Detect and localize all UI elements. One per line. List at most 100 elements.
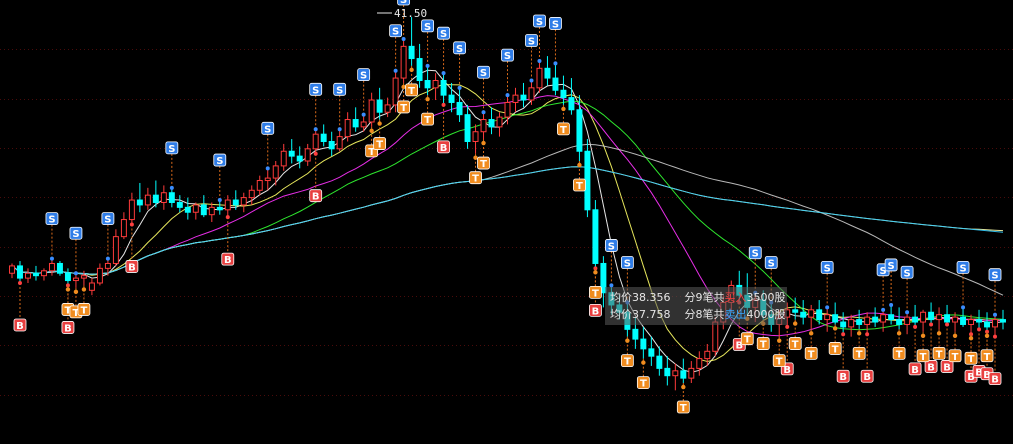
- candle-body: [128, 199, 135, 221]
- candle-body: [160, 192, 167, 203]
- sell-mark-label: S: [608, 241, 615, 252]
- trade-dot: [401, 84, 406, 90]
- sell-avg-label: 均价: [610, 308, 632, 321]
- candle-body: [56, 262, 63, 274]
- candle-body: [816, 309, 823, 321]
- buy-mark-label: B: [911, 365, 919, 376]
- trade-dot: [409, 67, 414, 73]
- trade-marks: SSSSSSS SSSSSSSSSSS SSSSS S S SS SSB BBBBBBBBB B…: [13, 0, 1002, 414]
- trade-dot: [808, 331, 814, 336]
- sell-mark-label: S: [264, 124, 271, 135]
- sell-dot: [457, 85, 462, 90]
- candle-body: [880, 314, 887, 323]
- candle-body: [552, 77, 559, 91]
- candle-body: [656, 355, 663, 369]
- candle-body: [528, 87, 535, 101]
- trade-dot: [856, 331, 862, 336]
- trade-dot: [425, 96, 430, 102]
- buy-dot: [785, 324, 790, 329]
- candle-body: [520, 94, 527, 101]
- candle-body: [408, 45, 415, 60]
- trade-mark-label: T: [576, 181, 583, 192]
- ma60-line: [11, 143, 1004, 296]
- buy-mark-label: B: [128, 262, 136, 273]
- sell-mark-label: S: [624, 259, 631, 270]
- candle-body: [328, 140, 335, 150]
- sell-mark-label: S: [392, 27, 399, 38]
- buy-action: 买入: [724, 291, 747, 304]
- candle-body: [640, 338, 647, 350]
- candle-body: [824, 314, 831, 321]
- candle-body: [344, 119, 351, 138]
- sell-mark-label: S: [216, 156, 223, 167]
- sell-mark-label: S: [400, 0, 407, 6]
- sell-dot: [481, 110, 486, 115]
- sell-mark-label: S: [991, 271, 998, 282]
- candle-body: [312, 133, 319, 150]
- sell-mark-label: S: [480, 68, 487, 79]
- trade-dot: [377, 121, 382, 126]
- candle-body: [968, 319, 975, 325]
- ma10-line: [11, 83, 1004, 363]
- candle-body: [920, 311, 927, 323]
- candle-body: [296, 155, 303, 162]
- buy-mark-label: B: [224, 255, 232, 266]
- candle-body: [848, 319, 855, 328]
- trade-dot: [481, 140, 486, 146]
- sell-mark-label: S: [903, 268, 910, 279]
- candle-body: [304, 148, 311, 162]
- candle-body: [144, 194, 151, 206]
- sell-dot: [961, 305, 966, 310]
- candle-body: [680, 370, 687, 379]
- candle-body: [232, 199, 239, 206]
- candle-body: [96, 267, 103, 284]
- trade-mark-label: T: [776, 357, 783, 368]
- trade-mark-label: T: [480, 159, 487, 170]
- trade-mark-label: T: [936, 349, 943, 360]
- trade-dot: [896, 331, 902, 336]
- candle-body: [168, 192, 175, 203]
- trade-dot: [920, 333, 926, 338]
- candle-body: [648, 348, 655, 357]
- buy-dot: [441, 102, 446, 107]
- candle-body: [112, 236, 119, 264]
- candle-body: [840, 321, 847, 328]
- trade-mark-label: T: [808, 349, 815, 360]
- sell-avg-value: 37.758: [632, 308, 671, 321]
- sell-mark-label: S: [72, 229, 79, 240]
- sell-mark-label: S: [752, 249, 759, 260]
- candle-body: [272, 165, 279, 179]
- candle-body: [432, 80, 439, 89]
- candle-body: [352, 119, 359, 128]
- kline-chart[interactable]: SSSSSSS SSSSSSSSSSS SSSSS S S SS SSB BBBBBBBBB B…: [0, 0, 1013, 444]
- ma120-line: [11, 166, 1004, 275]
- candle-body: [136, 199, 143, 206]
- candle-body: [592, 209, 599, 264]
- candle-body: [240, 197, 247, 206]
- candle-body: [992, 319, 998, 328]
- ma20-line: [11, 95, 1004, 337]
- trade-mark-label: T: [560, 125, 567, 136]
- candle-body: [9, 265, 15, 274]
- candle-body: [960, 316, 967, 325]
- candle-body: [176, 201, 183, 208]
- candle-body: [872, 316, 879, 323]
- candle-body: [928, 311, 935, 321]
- buy-dot: [17, 280, 22, 285]
- sell-dot: [313, 127, 318, 132]
- sell-mark-label: S: [104, 215, 111, 226]
- candle-body: [256, 180, 263, 191]
- candle-body: [416, 58, 423, 82]
- max-price-annotation: 41.50: [377, 7, 427, 20]
- sell-mark-label: S: [824, 263, 831, 274]
- sell-dot: [169, 185, 174, 190]
- buy-quantity: 3500股: [746, 291, 786, 304]
- sell-dot: [553, 61, 558, 66]
- sell-mark-label: S: [888, 261, 895, 272]
- candle-body: [800, 311, 807, 318]
- sell-mark-label: S: [48, 215, 55, 226]
- candle-body: [536, 67, 543, 89]
- candle-body: [712, 321, 719, 352]
- sell-mark-label: S: [440, 29, 447, 40]
- candle-body: [808, 309, 815, 318]
